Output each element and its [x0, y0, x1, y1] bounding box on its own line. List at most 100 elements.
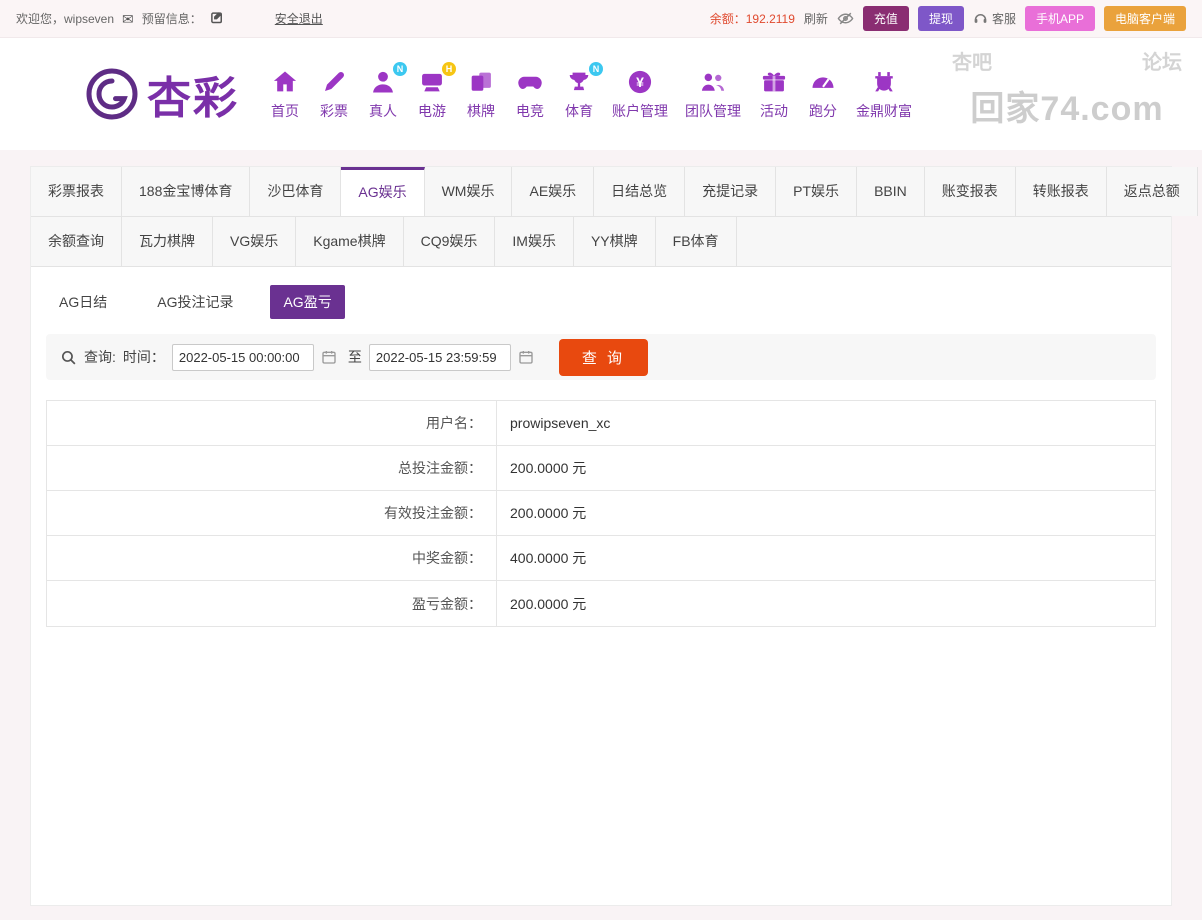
trophy-icon: N	[563, 67, 595, 97]
nav-label: 首页	[271, 101, 299, 121]
logout-link[interactable]: 安全退出	[275, 10, 323, 27]
tab-daily-summary[interactable]: 日结总览	[594, 167, 685, 216]
tab-ag-casino[interactable]: AG娱乐	[341, 167, 424, 216]
nav-item-chess-cards[interactable]: 棋牌	[465, 67, 497, 121]
watermark-site-right: 论坛	[1142, 46, 1182, 75]
customer-service-link[interactable]: 客服	[973, 10, 1016, 27]
topbar: 欢迎您，wipseven ✉ 预留信息： 安全退出 余额：192.2119 刷新…	[0, 0, 1202, 38]
customer-service-label: 客服	[992, 10, 1016, 27]
nav-item-home[interactable]: 首页	[269, 67, 301, 121]
row-label-profit-loss: 盈亏金额：	[47, 581, 497, 626]
nav-item-team[interactable]: 团队管理	[685, 67, 741, 121]
nav-item-esports[interactable]: 电竞	[514, 67, 546, 121]
query-button[interactable]: 查 询	[559, 339, 648, 376]
time-label: 时间：	[123, 347, 165, 367]
live-dealer-icon: N	[367, 67, 399, 97]
svg-text:¥: ¥	[636, 74, 644, 90]
nav-item-egames[interactable]: H 电游	[416, 67, 448, 121]
gift-icon	[758, 67, 790, 97]
table-row: 中奖金额： 400.0000 元	[47, 536, 1155, 581]
recharge-button[interactable]: 充值	[863, 6, 909, 31]
end-time-input[interactable]	[369, 344, 511, 371]
eye-slash-icon[interactable]	[837, 10, 854, 27]
nav-item-paofen[interactable]: 跑分	[807, 67, 839, 121]
tab-188-sports[interactable]: 188金宝博体育	[122, 167, 250, 216]
tab-bbin[interactable]: BBIN	[857, 167, 925, 216]
nav-label: 团队管理	[685, 101, 741, 121]
tab-transfer-report[interactable]: 转账报表	[1016, 167, 1107, 216]
nav-label: 账户管理	[612, 101, 668, 121]
tab-deposit-withdraw-records[interactable]: 充提记录	[685, 167, 776, 216]
tab-rebate-total[interactable]: 返点总额	[1107, 167, 1198, 216]
tab-im-casino[interactable]: IM娱乐	[495, 217, 574, 266]
tab-ae-casino[interactable]: AE娱乐	[512, 167, 594, 216]
subtab-ag-profit-loss[interactable]: AG盈亏	[270, 285, 344, 319]
row-value-total-bet: 200.0000 元	[497, 446, 1155, 490]
tab-yy-chess[interactable]: YY棋牌	[574, 217, 656, 266]
tab-lottery-report[interactable]: 彩票报表	[31, 167, 122, 216]
calendar-icon[interactable]	[518, 349, 534, 365]
row-label-winning: 中奖金额：	[47, 536, 497, 580]
home-icon	[269, 67, 301, 97]
mahjong-tiles-icon	[465, 67, 497, 97]
mobile-app-button[interactable]: 手机APP	[1025, 6, 1095, 31]
profit-loss-report-table: 用户名： prowipseven_xc 总投注金额： 200.0000 元 有效…	[46, 400, 1156, 627]
speedometer-icon	[807, 67, 839, 97]
calendar-icon[interactable]	[321, 349, 337, 365]
nav-item-live-casino[interactable]: N 真人	[367, 67, 399, 121]
team-people-icon	[697, 67, 729, 97]
tab-kgame-chess[interactable]: Kgame棋牌	[296, 217, 403, 266]
tab-balance-query[interactable]: 余额查询	[31, 217, 122, 266]
header: 杏彩 首页 彩票 N 真人 H 电游	[0, 38, 1202, 150]
tab-pt-casino[interactable]: PT娱乐	[776, 167, 857, 216]
tab-vg-casino[interactable]: VG娱乐	[213, 217, 296, 266]
nav-label: 活动	[760, 101, 788, 121]
golden-ding-icon	[868, 67, 900, 97]
withdraw-button[interactable]: 提现	[918, 6, 964, 31]
table-row: 总投注金额： 200.0000 元	[47, 446, 1155, 491]
nav-item-lottery[interactable]: 彩票	[318, 67, 350, 121]
watermark: 杏吧 论坛 回家74.com	[948, 46, 1186, 130]
table-row: 盈亏金额： 200.0000 元	[47, 581, 1155, 626]
site-logo[interactable]: 杏彩	[85, 62, 239, 126]
ag-subtabs: AG日结 AG投注记录 AG盈亏	[46, 285, 1156, 319]
nav-item-sports[interactable]: N 体育	[563, 67, 595, 121]
watermark-site-left: 杏吧	[952, 46, 992, 75]
start-time-input[interactable]	[172, 344, 314, 371]
nav-item-account[interactable]: ¥ 账户管理	[612, 67, 668, 121]
nav-item-promotions[interactable]: 活动	[758, 67, 790, 121]
tab-account-change-report[interactable]: 账变报表	[925, 167, 1016, 216]
row-label-username: 用户名：	[47, 401, 497, 445]
nav-item-wealth[interactable]: 金鼎财富	[856, 67, 912, 121]
subtab-ag-bet-records[interactable]: AG投注记录	[144, 285, 246, 319]
row-label-total-bet: 总投注金额：	[47, 446, 497, 490]
tab-cq9-casino[interactable]: CQ9娱乐	[404, 217, 496, 266]
watermark-domain: 回家74.com	[948, 81, 1186, 130]
table-row: 有效投注金额： 200.0000 元	[47, 491, 1155, 536]
row-label-valid-bet: 有效投注金额：	[47, 491, 497, 535]
logo-emblem-icon	[85, 67, 139, 121]
headset-icon	[973, 11, 988, 26]
query-label: 查询:	[84, 347, 116, 367]
tab-wali-chess[interactable]: 瓦力棋牌	[122, 217, 213, 266]
search-bar: 查询: 时间： 至 查 询	[46, 334, 1156, 380]
nav-label: 棋牌	[467, 101, 495, 121]
hot-badge: H	[442, 62, 456, 76]
main-card: 彩票报表 188金宝博体育 沙巴体育 AG娱乐 WM娱乐 AE娱乐 日结总览 充…	[30, 166, 1172, 906]
tab-fb-sports[interactable]: FB体育	[656, 217, 737, 266]
slot-machine-icon: H	[416, 67, 448, 97]
report-tabs-row-2: 余额查询 瓦力棋牌 VG娱乐 Kgame棋牌 CQ9娱乐 IM娱乐 YY棋牌 F…	[31, 217, 1171, 267]
main-nav: 首页 彩票 N 真人 H 电游 棋牌	[269, 67, 912, 121]
welcome-text: 欢迎您，wipseven	[16, 10, 114, 27]
nav-label: 电竞	[516, 101, 544, 121]
tab-wm-casino[interactable]: WM娱乐	[425, 167, 513, 216]
refresh-button[interactable]: 刷新	[804, 10, 828, 27]
new-badge: N	[589, 62, 603, 76]
subtab-ag-daily[interactable]: AG日结	[46, 285, 120, 319]
edit-icon[interactable]	[210, 10, 225, 27]
tab-saba-sports[interactable]: 沙巴体育	[250, 167, 341, 216]
pc-client-button[interactable]: 电脑客户端	[1104, 6, 1186, 31]
balance-text: 余额：192.2119	[710, 10, 795, 27]
nav-label: 金鼎财富	[856, 101, 912, 121]
envelope-icon[interactable]: ✉	[122, 12, 134, 26]
